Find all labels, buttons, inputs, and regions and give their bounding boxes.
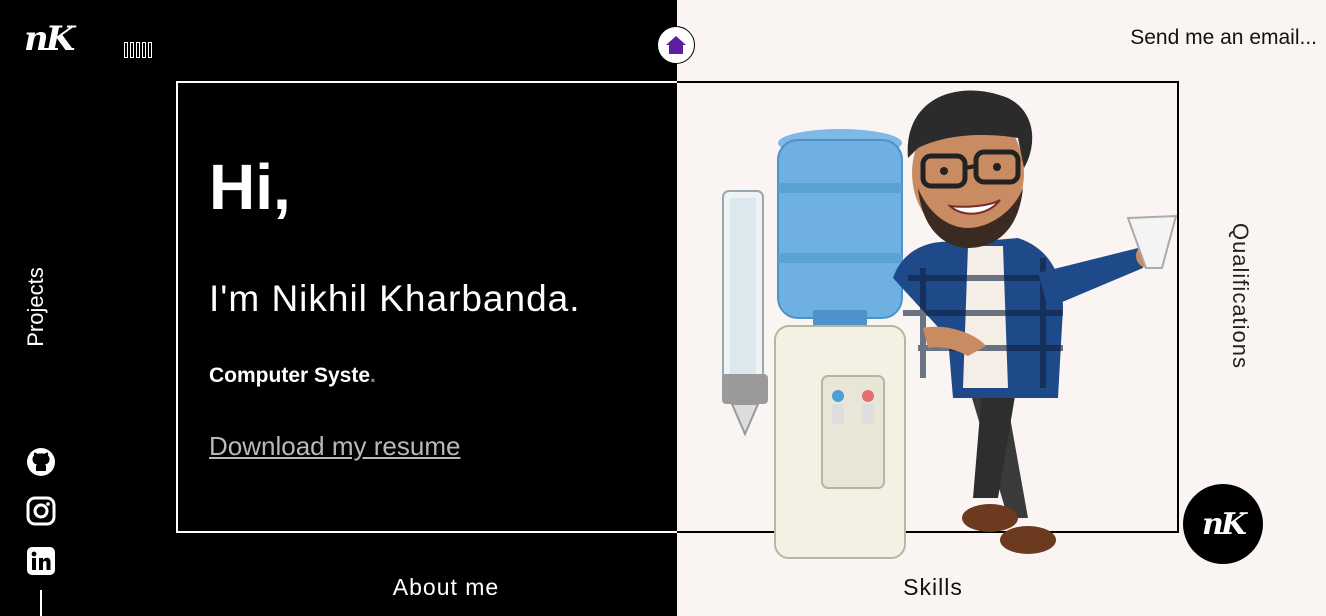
resume-link[interactable]: Download my resume	[209, 431, 460, 462]
home-icon	[666, 36, 686, 54]
email-link[interactable]: Send me an email...	[1130, 26, 1317, 50]
social-divider	[40, 590, 42, 616]
instagram-icon[interactable]	[26, 496, 56, 526]
intro-heading: I'm Nikhil Kharbanda.	[209, 278, 581, 319]
about-me-link[interactable]: About me	[393, 574, 499, 601]
avatar-illustration	[722, 90, 1178, 559]
qualifications-link[interactable]: Qualifications	[1227, 223, 1253, 369]
nk-badge[interactable]: nK	[1183, 484, 1263, 564]
role-typed: Computer Syste	[209, 364, 371, 387]
skills-link[interactable]: Skills	[903, 574, 963, 601]
linkedin-icon[interactable]	[26, 546, 56, 576]
menu-icon[interactable]	[124, 42, 158, 60]
role-text: Computer Syste.	[209, 364, 376, 388]
typing-cursor: .	[370, 364, 376, 387]
site-logo[interactable]: nK	[24, 22, 75, 56]
greeting-heading: Hi,	[209, 151, 291, 223]
home-button[interactable]	[657, 26, 695, 64]
projects-link[interactable]: Projects	[23, 267, 49, 346]
github-icon[interactable]	[26, 447, 56, 477]
